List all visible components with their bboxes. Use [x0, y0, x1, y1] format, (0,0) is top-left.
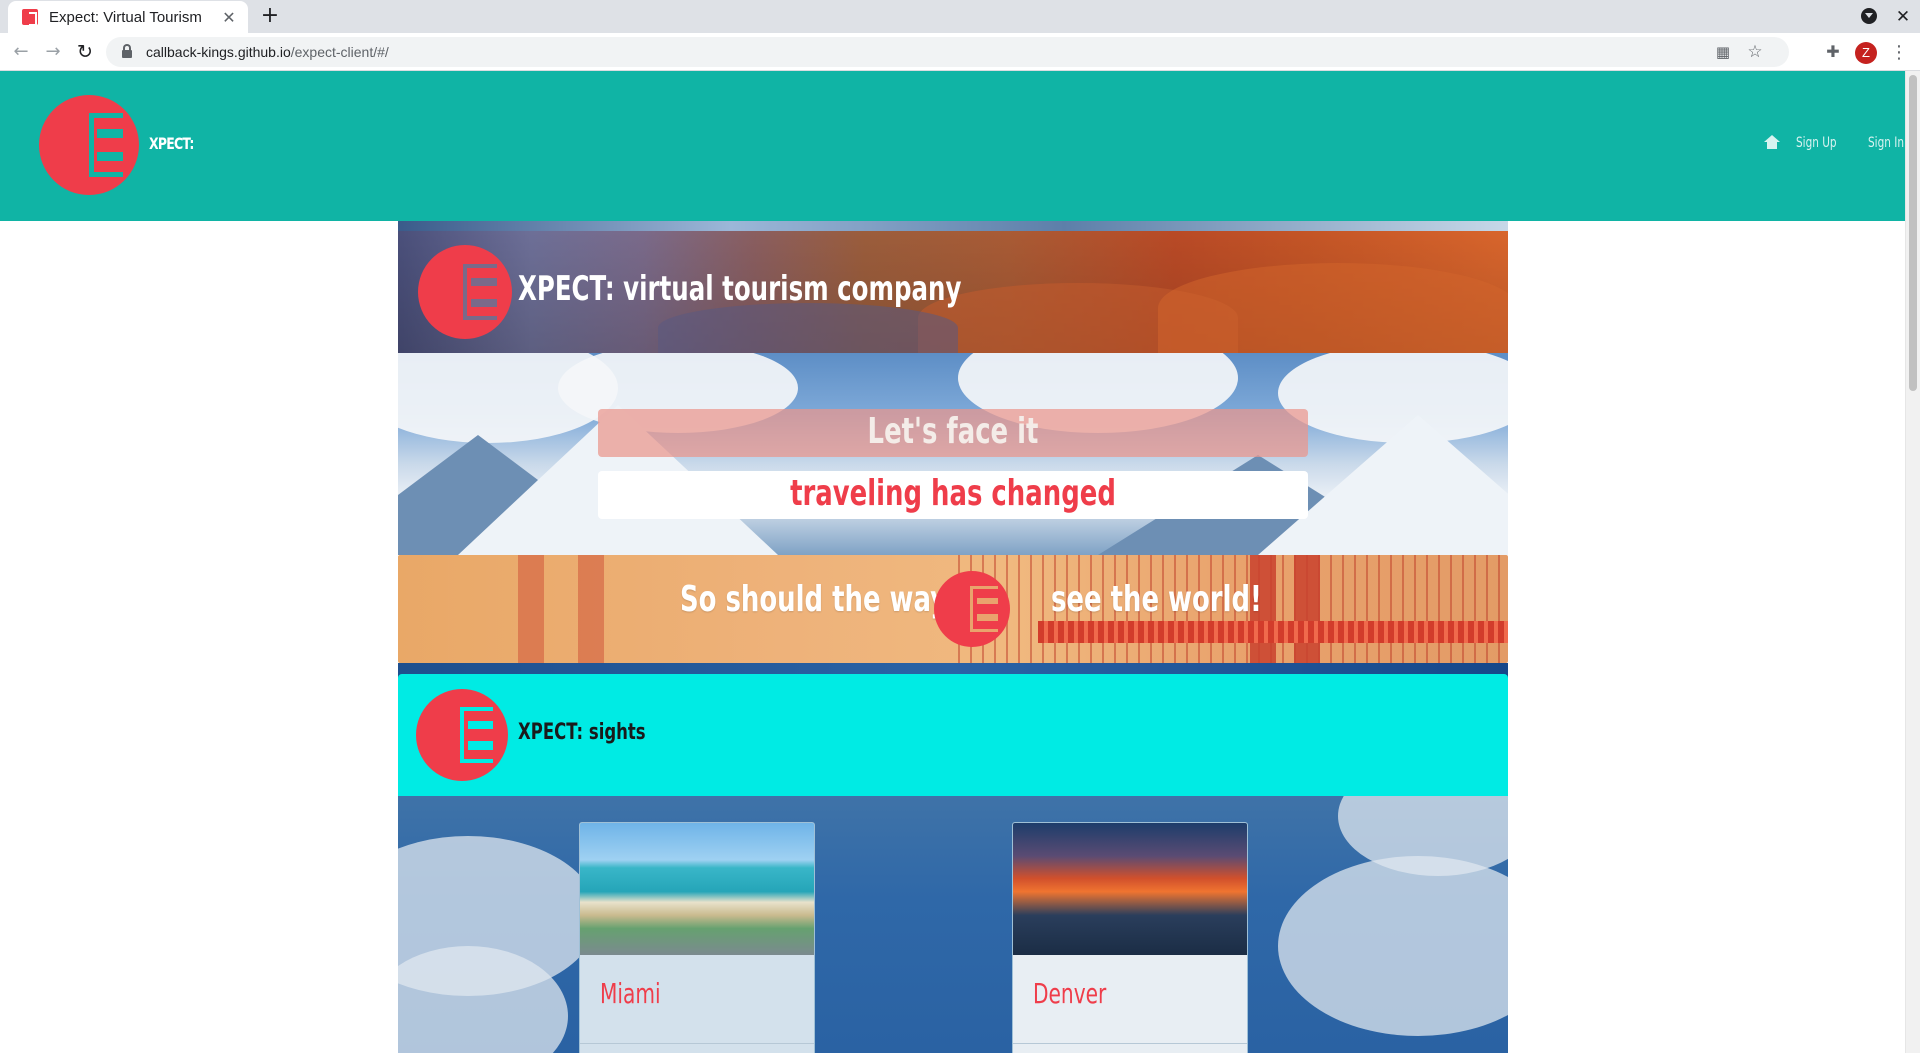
- url-host: callback-kings.github.io: [146, 44, 291, 60]
- page-viewport: XPECT: Sign Up Sign In XPECT: virtual to…: [0, 71, 1920, 1053]
- site-logo-icon[interactable]: [39, 95, 139, 195]
- extensions-puzzle-icon[interactable]: ✚: [1822, 42, 1844, 64]
- browser-toolbar: ← → ↻ callback-kings.github.io/expect-cl…: [0, 33, 1920, 71]
- hero-bridge-banner: So should the way w see the world!: [398, 555, 1508, 663]
- hero-title: XPECT: virtual tourism company: [518, 269, 962, 309]
- miami-photo[interactable]: [580, 823, 814, 955]
- hero-mountains-banner: Let's face it traveling has changed: [398, 353, 1508, 555]
- hero-canyon-banner: XPECT: virtual tourism company: [398, 231, 1508, 353]
- sights-header: XPECT: sights: [398, 674, 1508, 796]
- tagline-line-two: traveling has changed: [790, 473, 1116, 514]
- site-favicon-icon: [22, 9, 38, 26]
- back-arrow-icon[interactable]: ←: [9, 40, 33, 64]
- lock-icon[interactable]: [122, 44, 132, 58]
- bridge-logo-icon: [934, 571, 1010, 647]
- tab-title: Expect: Virtual Tourism: [49, 8, 202, 26]
- url-path: /expect-client/#/: [290, 44, 389, 60]
- reload-icon[interactable]: ↻: [73, 40, 97, 64]
- page-scrollbar[interactable]: [1905, 71, 1920, 1053]
- tab-search-icon[interactable]: [1858, 6, 1880, 28]
- browser-tab[interactable]: Expect: Virtual Tourism ✕: [8, 1, 248, 33]
- denver-photo[interactable]: [1013, 823, 1247, 955]
- sight-card-title[interactable]: Denver: [1033, 977, 1106, 1010]
- nav-sign-up[interactable]: Sign Up: [1796, 135, 1837, 151]
- sight-card-title[interactable]: Miami: [600, 977, 661, 1010]
- url-text[interactable]: callback-kings.github.io/expect-client/#…: [146, 44, 389, 60]
- address-bar[interactable]: callback-kings.github.io/expect-client/#…: [106, 37, 1789, 67]
- brand-name[interactable]: XPECT:: [149, 134, 194, 153]
- browser-tabstrip: Expect: Virtual Tourism ✕ + ✕: [0, 0, 1920, 33]
- qr-code-icon[interactable]: ▦: [1713, 42, 1733, 62]
- site-header: XPECT: Sign Up Sign In: [0, 71, 1905, 221]
- forward-arrow-icon[interactable]: →: [41, 40, 65, 64]
- window-close-icon[interactable]: ✕: [1892, 6, 1914, 28]
- profile-avatar[interactable]: Z: [1855, 42, 1877, 64]
- bookmark-star-icon[interactable]: ☆: [1745, 42, 1765, 62]
- tagline-line-one: Let's face it: [867, 411, 1039, 452]
- tagline-line-three-end: see the world!: [1051, 579, 1262, 620]
- main-content: XPECT: virtual tourism company Let's fac…: [398, 221, 1508, 1053]
- browser-menu-icon[interactable]: ⋮: [1888, 41, 1910, 65]
- tab-close-icon[interactable]: ✕: [220, 8, 238, 27]
- canyon-logo-icon: [418, 245, 512, 339]
- nav-sign-in[interactable]: Sign In: [1868, 135, 1904, 151]
- card-divider: [1013, 1043, 1247, 1044]
- card-divider: [580, 1043, 814, 1044]
- scrollbar-thumb[interactable]: [1909, 75, 1917, 391]
- new-tab-icon[interactable]: +: [256, 4, 284, 30]
- sights-gallery: Miami Denver: [398, 796, 1508, 1053]
- sight-card-denver[interactable]: Denver: [1012, 822, 1248, 1053]
- home-icon[interactable]: [1764, 135, 1780, 150]
- sights-title: XPECT: sights: [518, 720, 646, 745]
- sight-card-miami[interactable]: Miami: [579, 822, 815, 1053]
- sights-logo-icon: [416, 689, 508, 781]
